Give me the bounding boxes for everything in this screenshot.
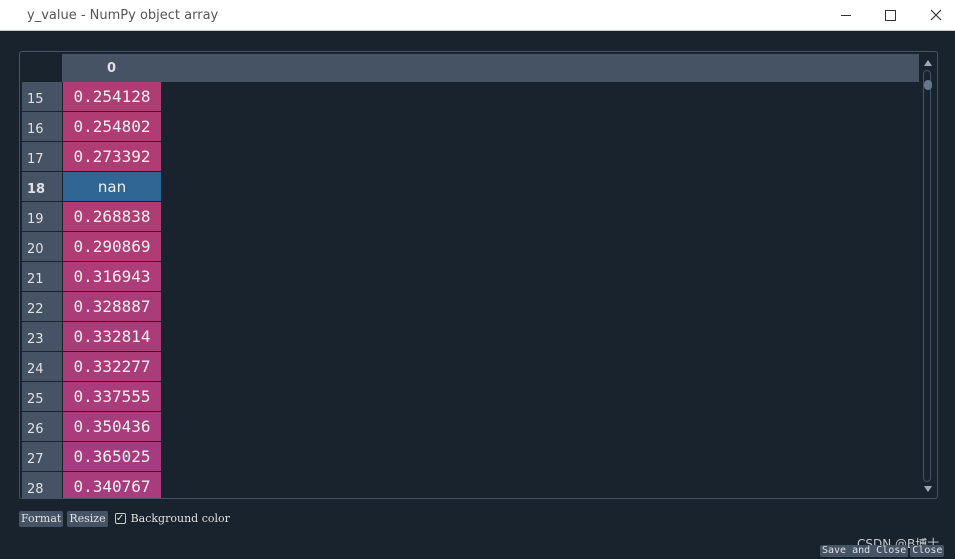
row-header[interactable]: 19 bbox=[22, 202, 62, 231]
row-header-column: 15 16 17 18 19 20 21 22 23 24 25 26 27 28 bbox=[22, 82, 62, 498]
scroll-up-icon[interactable] bbox=[924, 60, 932, 66]
column-header-bar: 0 bbox=[62, 54, 919, 82]
table-cell[interactable]: 0.254128 bbox=[63, 82, 161, 111]
row-header[interactable]: 23 bbox=[22, 322, 62, 351]
row-header[interactable]: 15 bbox=[22, 82, 62, 111]
close-icon bbox=[930, 9, 942, 21]
row-header[interactable]: 22 bbox=[22, 292, 62, 321]
checkmark-icon[interactable]: ✓ bbox=[114, 513, 126, 524]
table-corner bbox=[22, 54, 62, 82]
table-cell[interactable]: nan bbox=[63, 172, 161, 201]
maximize-button[interactable] bbox=[867, 0, 913, 30]
table-cell[interactable]: 0.337555 bbox=[63, 382, 161, 411]
table-cell[interactable]: 0.332814 bbox=[63, 322, 161, 351]
bottom-toolbar: Format Resize ✓ Background color bbox=[19, 510, 230, 527]
scroll-down-icon[interactable] bbox=[924, 486, 932, 492]
maximize-icon bbox=[884, 9, 896, 21]
table-cell[interactable]: 0.273392 bbox=[63, 142, 161, 171]
table-cell[interactable]: 0.332277 bbox=[63, 352, 161, 381]
table-cell[interactable]: 0.268838 bbox=[63, 202, 161, 231]
row-header[interactable]: 24 bbox=[22, 352, 62, 381]
table-cell[interactable]: 0.290869 bbox=[63, 232, 161, 261]
table-cell[interactable]: 0.350436 bbox=[63, 412, 161, 441]
value-column: 0.254128 0.254802 0.273392 nan 0.268838 0.290… bbox=[63, 82, 161, 498]
window-titlebar: y_value - NumPy object array bbox=[0, 0, 955, 31]
table-cell[interactable]: 0.328887 bbox=[63, 292, 161, 321]
row-header[interactable]: 16 bbox=[22, 112, 62, 141]
row-header[interactable]: 17 bbox=[22, 142, 62, 171]
row-header[interactable]: 18 bbox=[22, 172, 62, 201]
row-header[interactable]: 25 bbox=[22, 382, 62, 411]
row-header[interactable]: 26 bbox=[22, 412, 62, 441]
row-header[interactable]: 21 bbox=[22, 262, 62, 291]
row-header[interactable]: 28 bbox=[22, 472, 62, 498]
dialog-buttons: Save and Close Close bbox=[820, 545, 946, 557]
table-cell[interactable]: 0.365025 bbox=[63, 442, 161, 471]
close-window-button[interactable] bbox=[913, 0, 955, 30]
minimize-button[interactable] bbox=[823, 0, 869, 30]
row-header[interactable]: 20 bbox=[22, 232, 62, 261]
window-title: y_value - NumPy object array bbox=[27, 8, 219, 23]
array-table: 0 15 16 17 18 19 20 21 22 23 24 25 26 27 28 0.254128 0… bbox=[19, 51, 938, 499]
format-button[interactable]: Format bbox=[19, 510, 64, 527]
column-header-0[interactable]: 0 bbox=[62, 54, 161, 82]
scrollbar-thumb[interactable] bbox=[924, 80, 932, 90]
row-header[interactable]: 27 bbox=[22, 442, 62, 471]
background-color-label: Background color bbox=[130, 512, 230, 525]
scrollbar-track[interactable] bbox=[923, 70, 931, 482]
background-color-checkbox[interactable]: ✓ Background color bbox=[114, 512, 230, 525]
resize-button[interactable]: Resize bbox=[67, 510, 108, 527]
vertical-scrollbar[interactable] bbox=[921, 54, 935, 496]
table-cell[interactable]: 0.316943 bbox=[63, 262, 161, 291]
table-cell[interactable]: 0.254802 bbox=[63, 112, 161, 141]
close-button[interactable]: Close bbox=[910, 545, 945, 557]
minimize-icon bbox=[841, 14, 851, 16]
table-cell[interactable]: 0.340767 bbox=[63, 472, 161, 498]
save-and-close-button[interactable]: Save and Close bbox=[820, 545, 909, 557]
